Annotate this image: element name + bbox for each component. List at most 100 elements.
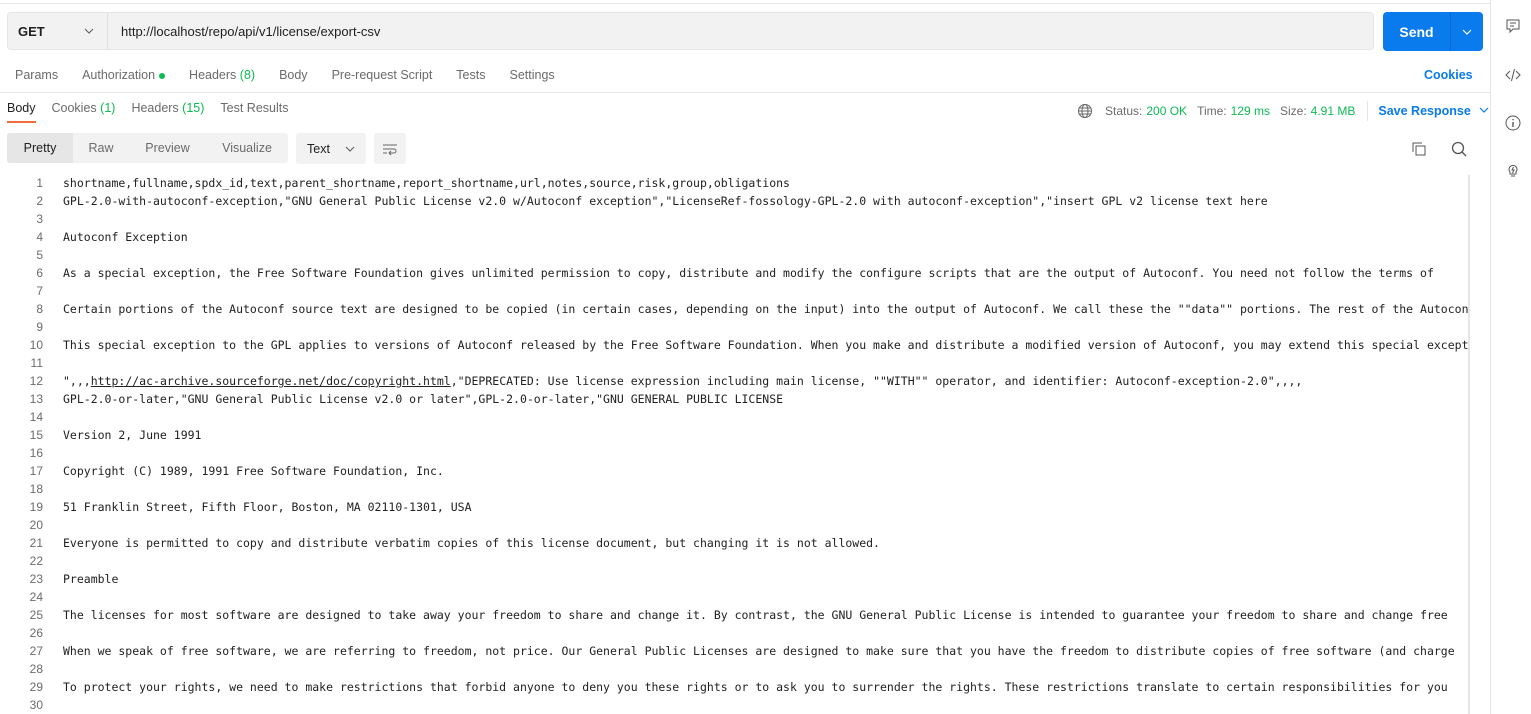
code-line: 4 Autoconf Exception	[0, 228, 1468, 246]
separator	[1367, 101, 1369, 121]
info-icon[interactable]	[1505, 115, 1521, 131]
line-number: 20	[29, 518, 43, 532]
line-text	[43, 480, 63, 498]
chevron-down-icon	[1462, 29, 1472, 35]
line-number: 1	[36, 176, 43, 190]
comment-icon[interactable]	[1505, 18, 1521, 34]
view-mode-toggle: Pretty Raw Preview Visualize	[7, 133, 288, 163]
line-number: 25	[29, 608, 43, 622]
view-visualize[interactable]: Visualize	[206, 133, 288, 163]
tab-tests[interactable]: Tests	[456, 68, 485, 82]
search-icon[interactable]	[1451, 141, 1467, 157]
code-line: 6 As a special exception, the Free Softwa…	[0, 264, 1468, 282]
tab-label: Headers	[131, 101, 179, 115]
line-text: 51 Franklin Street, Fifth Floor, Boston,…	[63, 500, 472, 514]
tab-headers[interactable]: Headers (8)	[189, 68, 255, 82]
scrollbar[interactable]	[1469, 175, 1483, 714]
tab-count: (15)	[182, 101, 205, 115]
response-tab-headers[interactable]: Headers (15)	[131, 101, 204, 123]
tab-label: Body	[279, 68, 308, 82]
view-raw[interactable]: Raw	[73, 133, 129, 163]
method-label: GET	[18, 23, 45, 39]
cookies-link[interactable]: Cookies	[1424, 68, 1473, 82]
line-number: 28	[29, 662, 43, 676]
code-line: 10 This special exception to the GPL appl…	[0, 336, 1468, 354]
line-number: 30	[29, 698, 43, 712]
line-number: 27	[29, 644, 43, 658]
line-text: When we speak of free software, we are r…	[63, 644, 1455, 658]
code-icon[interactable]	[1505, 67, 1521, 83]
line-text	[43, 552, 63, 570]
line-text	[43, 246, 63, 264]
chevron-down-icon	[345, 146, 355, 152]
save-response-button[interactable]: Save Response	[1378, 104, 1490, 118]
globe-icon[interactable]	[1077, 103, 1093, 119]
tab-authorization[interactable]: Authorization	[82, 68, 166, 82]
response-tab-test-results[interactable]: Test Results	[220, 101, 288, 123]
wrap-lines-button[interactable]	[374, 133, 406, 164]
response-tab-body[interactable]: Body	[7, 101, 36, 123]
tab-label: Tests	[456, 68, 486, 82]
line-text	[43, 516, 63, 534]
tab-params[interactable]: Params	[15, 68, 58, 82]
line-number: 29	[29, 680, 43, 694]
code-line: 18	[0, 480, 1468, 498]
send-options-button[interactable]	[1451, 12, 1483, 51]
line-number: 8	[36, 302, 43, 316]
status-label: Status:	[1105, 104, 1143, 118]
code-line: 27 When we speak of free software, we are…	[0, 642, 1468, 660]
tab-label: Headers	[189, 68, 237, 82]
size-label: Size:	[1279, 104, 1307, 118]
url-link[interactable]: http://ac-archive.sourceforge.net/doc/co…	[91, 374, 451, 388]
code-line: 14	[0, 408, 1468, 426]
request-url-bar: GET http://localhost/repo/api/v1/license…	[7, 12, 1374, 50]
response-tab-cookies[interactable]: Cookies (1)	[52, 101, 116, 123]
line-text	[43, 354, 63, 372]
line-text: shortname,fullname,spdx_id,text,parent_s…	[63, 176, 790, 190]
tab-pre-request-script[interactable]: Pre-request Script	[332, 68, 433, 82]
line-number: 9	[36, 320, 43, 334]
time-value: 129 ms	[1230, 104, 1270, 118]
line-number: 12	[29, 374, 43, 388]
lightbulb-icon[interactable]	[1505, 162, 1521, 178]
code-line: 11	[0, 354, 1468, 372]
code-line: 7	[0, 282, 1468, 300]
view-preview[interactable]: Preview	[129, 133, 206, 163]
line-number: 7	[36, 284, 43, 298]
tab-count: (1)	[100, 101, 116, 115]
code-line: 22	[0, 552, 1468, 570]
view-pretty[interactable]: Pretty	[7, 133, 73, 163]
line-number: 6	[36, 266, 43, 280]
method-select[interactable]: GET	[8, 13, 108, 49]
response-body-editor[interactable]: 1 shortname,fullname,spdx_id,text,parent_…	[0, 174, 1469, 714]
tab-label: Cookies	[51, 101, 97, 115]
line-number: 22	[29, 554, 43, 568]
tab-label: Pre-request Script	[331, 68, 433, 82]
line-number: 11	[30, 356, 43, 370]
line-number: 19	[29, 500, 43, 514]
code-line: 3	[0, 210, 1468, 228]
tab-label: Body	[7, 101, 36, 115]
code-line: 12 ",,,http://ac-archive.sourceforge.net/…	[0, 372, 1468, 390]
code-line: 2 GPL-2.0-with-autoconf-exception,"GNU Ge…	[0, 192, 1468, 210]
code-line: 16	[0, 444, 1468, 462]
copy-icon[interactable]	[1411, 141, 1427, 157]
url-input[interactable]: http://localhost/repo/api/v1/license/exp…	[108, 24, 380, 39]
line-number: 14	[29, 410, 43, 424]
code-line: 28	[0, 660, 1468, 678]
chevron-down-icon	[1479, 107, 1489, 113]
code-line: 20	[0, 516, 1468, 534]
right-sidebar	[1490, 0, 1531, 714]
send-button[interactable]: Send	[1383, 12, 1451, 51]
line-number: 15	[29, 428, 43, 442]
tab-body[interactable]: Body	[279, 68, 308, 82]
code-line: 9	[0, 318, 1468, 336]
format-select[interactable]: Text	[296, 133, 366, 164]
line-number: 3	[36, 212, 43, 226]
tab-settings[interactable]: Settings	[509, 68, 554, 82]
line-text: Everyone is permitted to copy and distri…	[63, 536, 880, 550]
code-line: 19 51 Franklin Street, Fifth Floor, Bosto…	[0, 498, 1468, 516]
line-text	[43, 210, 63, 228]
code-line: 23 Preamble	[0, 570, 1468, 588]
line-number: 23	[29, 572, 43, 586]
